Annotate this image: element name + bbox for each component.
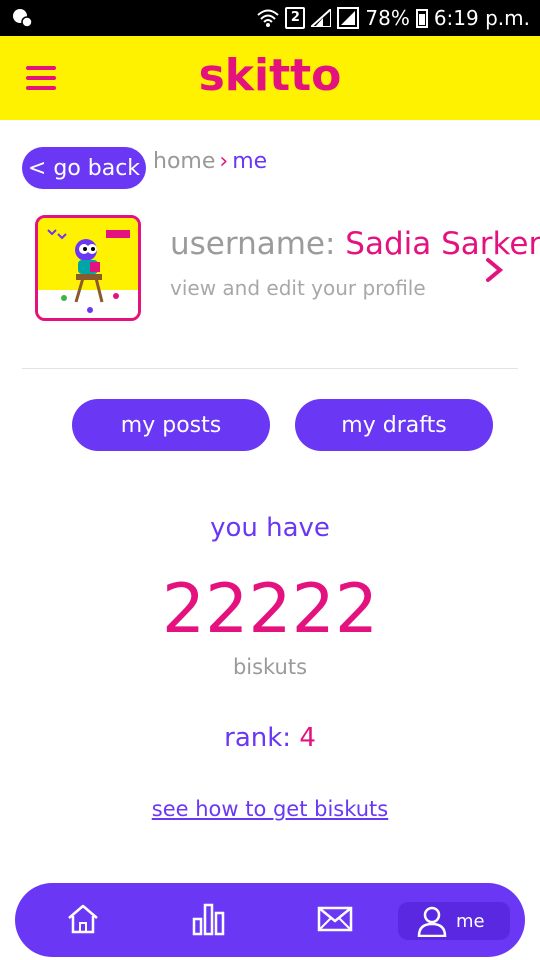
nav-me-tab[interactable]: me bbox=[398, 902, 510, 940]
breadcrumb-home[interactable]: home bbox=[153, 149, 215, 174]
profile-avatar[interactable] bbox=[35, 215, 141, 321]
rank-label: rank: bbox=[224, 723, 292, 753]
status-indicators: 2 78% 6:19 p.m. bbox=[257, 0, 530, 36]
how-to-get-biskuts-container: see how to get biskuts bbox=[0, 797, 540, 821]
my-drafts-button[interactable]: my drafts bbox=[295, 399, 493, 451]
signal-2-icon bbox=[337, 7, 360, 29]
battery-icon bbox=[415, 9, 428, 28]
user-icon bbox=[417, 906, 447, 937]
edit-profile-link[interactable]: view and edit your profile bbox=[170, 276, 426, 300]
breadcrumb-current: me bbox=[232, 149, 268, 174]
app-logo: skitto bbox=[198, 50, 342, 101]
my-posts-button[interactable]: my posts bbox=[72, 399, 270, 451]
battery-percent: 78% bbox=[365, 6, 410, 30]
status-bar: 2 78% 6:19 p.m. bbox=[0, 0, 540, 36]
divider bbox=[22, 368, 518, 369]
bottom-nav: me bbox=[15, 883, 525, 957]
nav-me-label: me bbox=[456, 910, 485, 932]
wifi-icon bbox=[257, 9, 280, 27]
home-icon[interactable] bbox=[63, 899, 103, 939]
clock: 6:19 p.m. bbox=[433, 6, 530, 30]
mail-icon[interactable] bbox=[315, 899, 355, 939]
you-have-label: you have bbox=[210, 513, 330, 543]
username-label: username: bbox=[170, 226, 336, 262]
sim-indicator: 2 bbox=[285, 7, 306, 29]
rank-value: 4 bbox=[299, 723, 316, 753]
breadcrumb-separator: › bbox=[219, 149, 229, 174]
biskut-count: 22222 bbox=[161, 570, 379, 649]
avatar-illustration bbox=[38, 218, 138, 318]
notification-icon bbox=[13, 9, 33, 28]
chevron-right-icon[interactable] bbox=[483, 255, 505, 285]
bar-chart-icon[interactable] bbox=[188, 899, 228, 939]
signal-icon bbox=[311, 9, 332, 27]
how-to-get-biskuts-link[interactable]: see how to get biskuts bbox=[152, 797, 389, 821]
rank-display: rank: 4 bbox=[0, 723, 540, 753]
app-header: skitto bbox=[0, 36, 540, 120]
username-value: Sadia Sarker bbox=[345, 226, 540, 262]
breadcrumb: home › me bbox=[153, 149, 267, 174]
go-back-button[interactable]: < go back bbox=[22, 147, 146, 189]
biskut-unit: biskuts bbox=[232, 655, 308, 679]
